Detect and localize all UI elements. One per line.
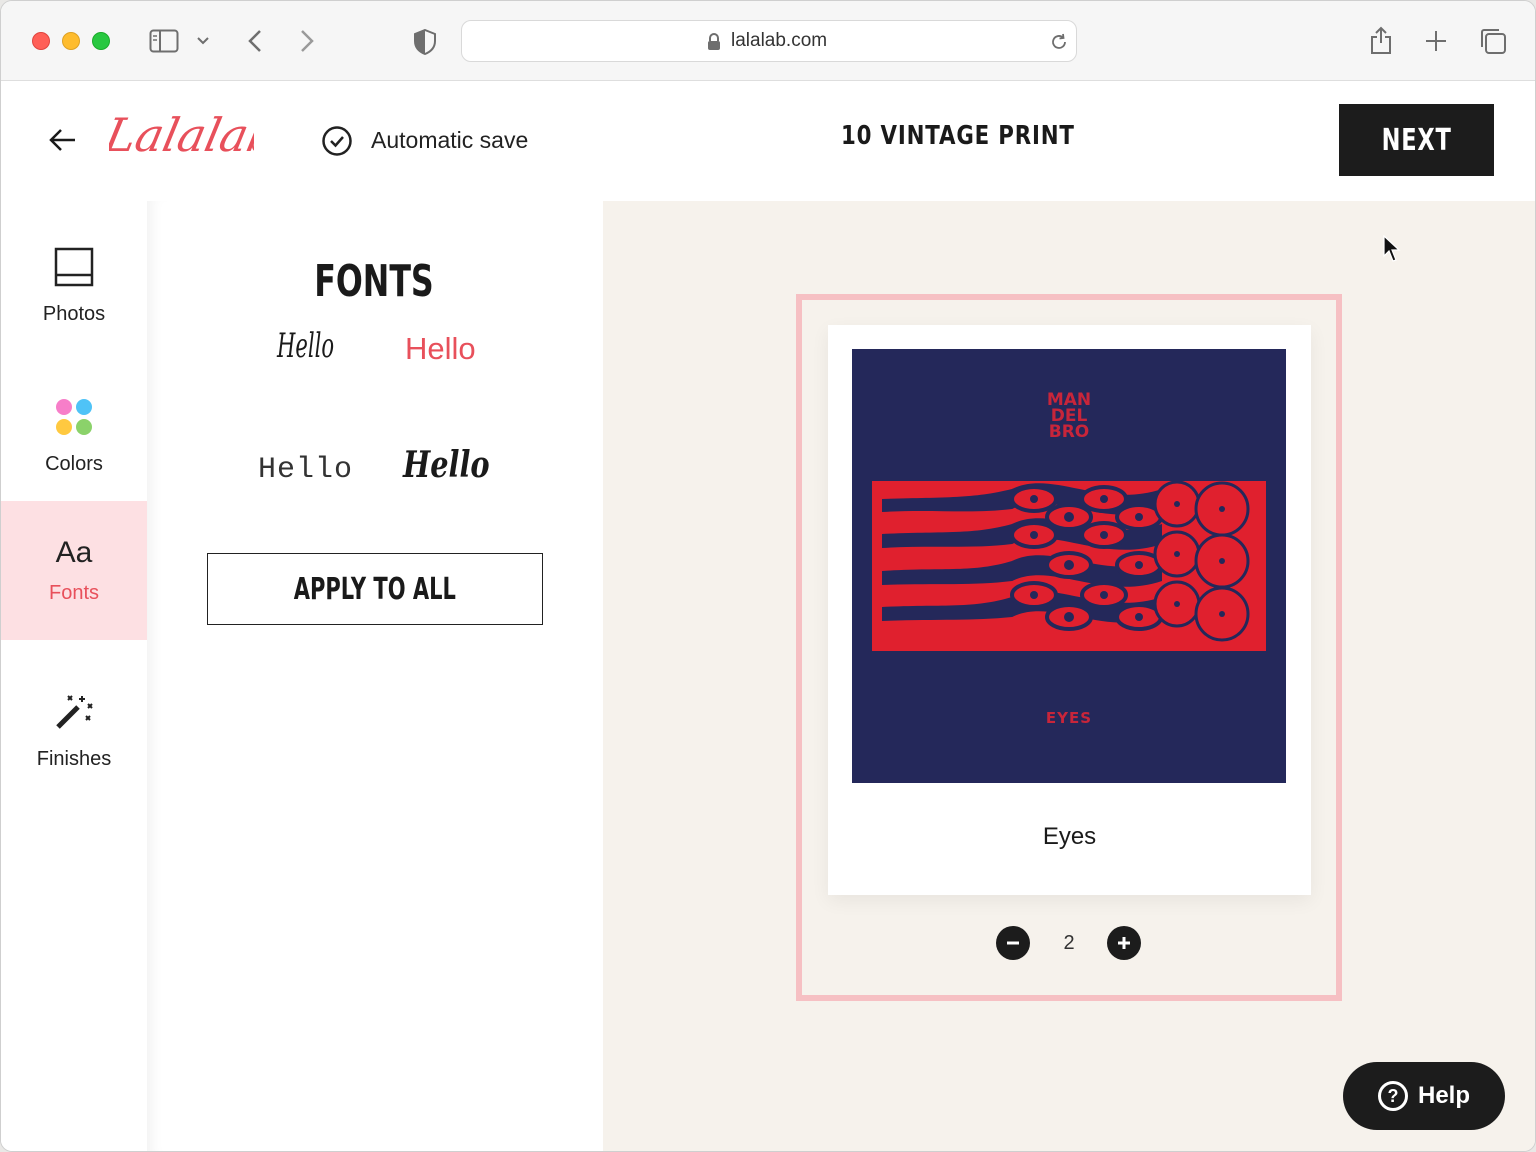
font-option-script[interactable]: Hello bbox=[403, 444, 490, 486]
color-dots-icon bbox=[56, 398, 92, 435]
chevron-down-icon[interactable] bbox=[194, 33, 212, 49]
artwork-brand-text: MAN DEL BRO bbox=[1047, 390, 1091, 442]
sidebar-item-finishes[interactable]: Finishes bbox=[1, 651, 147, 801]
mouse-cursor-icon bbox=[1383, 234, 1401, 263]
question-icon: ? bbox=[1377, 1081, 1408, 1111]
plus-icon[interactable] bbox=[1423, 28, 1449, 54]
browser-window: lalalab.com Lalalab. Automatic save 10 V… bbox=[0, 0, 1536, 1152]
reload-icon[interactable] bbox=[1047, 30, 1071, 54]
sidebar-item-label: Finishes bbox=[36, 747, 112, 770]
increase-quantity-button[interactable] bbox=[1107, 926, 1141, 960]
help-label: Help bbox=[1417, 1082, 1470, 1109]
product-title: 10 VINTAGE PRINT bbox=[841, 121, 1075, 151]
magic-wand-icon bbox=[56, 694, 93, 729]
decrease-quantity-button[interactable] bbox=[996, 926, 1030, 960]
svg-text:Lalalab.: Lalalab. bbox=[109, 108, 254, 161]
sidebar-item-label: Colors bbox=[45, 452, 103, 475]
back-icon[interactable] bbox=[241, 27, 269, 55]
next-button-label: NEXT bbox=[1381, 122, 1452, 158]
sidebar-item-colors[interactable]: Colors bbox=[1, 351, 147, 501]
minus-icon bbox=[1007, 941, 1019, 945]
sidebar: Photos Colors Aa Fonts Finishes bbox=[1, 201, 147, 1151]
tabs-icon[interactable] bbox=[1478, 26, 1508, 56]
plus-icon bbox=[1118, 937, 1130, 949]
sidebar-item-label: Fonts bbox=[48, 582, 100, 604]
help-button[interactable]: ? Help bbox=[1343, 1062, 1505, 1130]
share-icon[interactable] bbox=[1367, 23, 1395, 57]
sidebar-icon[interactable] bbox=[147, 27, 181, 55]
quantity-value: 2 bbox=[1063, 932, 1075, 954]
forward-icon[interactable] bbox=[293, 27, 321, 55]
zoom-window-button[interactable] bbox=[92, 32, 110, 50]
browser-toolbar: lalalab.com bbox=[1, 1, 1535, 81]
shield-icon[interactable] bbox=[411, 27, 439, 57]
sidebar-item-fonts[interactable]: Aa Fonts bbox=[1, 501, 147, 640]
check-circle-icon bbox=[321, 125, 353, 157]
panel-title-text: FONTS bbox=[314, 256, 434, 307]
lock-icon bbox=[706, 32, 722, 52]
print-artwork[interactable]: MAN DEL BRO EYES bbox=[852, 349, 1286, 783]
font-option-mono[interactable]: Hello bbox=[258, 453, 353, 487]
autosave-label: Automatic save bbox=[371, 127, 529, 153]
fonts-icon: Aa bbox=[55, 536, 93, 569]
url-text[interactable]: lalalab.com bbox=[731, 30, 827, 52]
lalalab-logo[interactable]: Lalalab. bbox=[99, 101, 298, 171]
minimize-window-button[interactable] bbox=[62, 32, 80, 50]
fonts-panel bbox=[147, 201, 603, 1151]
font-option-sans[interactable]: Hello bbox=[405, 331, 476, 367]
font-option-condensed[interactable]: Hello bbox=[277, 326, 334, 366]
apply-to-all-button[interactable]: APPLY TO ALL bbox=[207, 553, 543, 625]
close-window-button[interactable] bbox=[32, 32, 50, 50]
next-button[interactable]: NEXT bbox=[1339, 104, 1494, 176]
print-caption[interactable]: Eyes bbox=[828, 823, 1311, 851]
artwork-title-text: EYES bbox=[1046, 709, 1092, 727]
apply-to-all-label: APPLY TO ALL bbox=[293, 571, 457, 607]
back-arrow-icon[interactable] bbox=[47, 125, 77, 155]
